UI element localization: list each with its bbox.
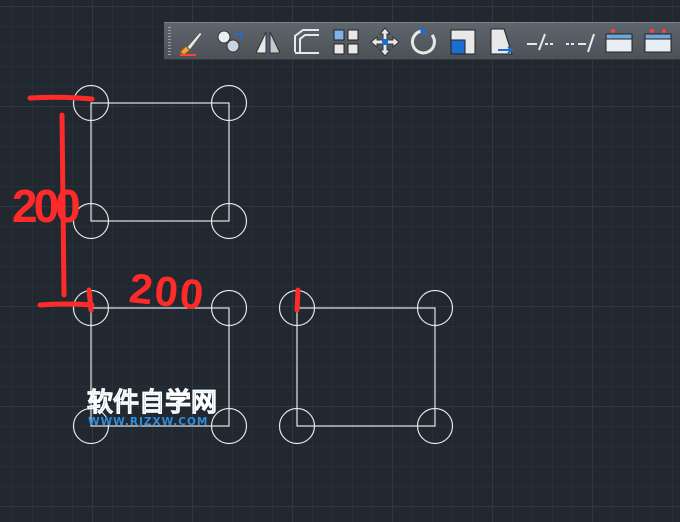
watermark-url: WWW.RJZXW.COM: [88, 416, 208, 428]
horizontal-dimension-text: 200: [127, 264, 208, 319]
corner-stroke-b: [294, 287, 301, 313]
dimension-bottom-tick: [37, 301, 95, 308]
vertical-dimension-label: 200: [12, 180, 79, 232]
trim-icon[interactable]: [525, 26, 557, 58]
watermark-title: 软件自学网: [87, 387, 217, 418]
watermark: 软件自学网 WWW.RJZXW.COM: [87, 387, 218, 428]
scale-icon[interactable]: [447, 26, 479, 58]
mirror-icon[interactable]: [252, 26, 284, 58]
rectangle[interactable]: [296, 307, 436, 427]
extend-icon[interactable]: [564, 26, 596, 58]
drawing-canvas[interactable]: 200 200 1 1 软件自学网 WWW.RJZXW.COM: [0, 0, 680, 522]
toolbar-grip[interactable]: [168, 27, 171, 55]
modify-toolbar: [164, 22, 680, 60]
top-left-block: [72, 84, 248, 240]
rotate-icon[interactable]: [408, 26, 440, 58]
bottom-right-block: [278, 289, 454, 445]
break-icon[interactable]: [642, 26, 674, 58]
stretch-icon[interactable]: [486, 26, 518, 58]
vertical-dimension-text: 200: [12, 180, 83, 232]
move-icon[interactable]: [369, 26, 401, 58]
horizontal-dimension-label: 200: [127, 264, 208, 319]
offset-icon[interactable]: [291, 26, 323, 58]
match-properties-icon[interactable]: [174, 26, 206, 58]
break-at-point-icon[interactable]: [603, 26, 635, 58]
corner-stroke-a: [86, 287, 94, 313]
rectangle[interactable]: [90, 102, 230, 222]
corner-mark-b: 1: [0, 0, 10, 4]
copy-icon[interactable]: [213, 26, 245, 58]
array-icon[interactable]: [330, 26, 362, 58]
dimension-top-tick: [27, 94, 95, 102]
